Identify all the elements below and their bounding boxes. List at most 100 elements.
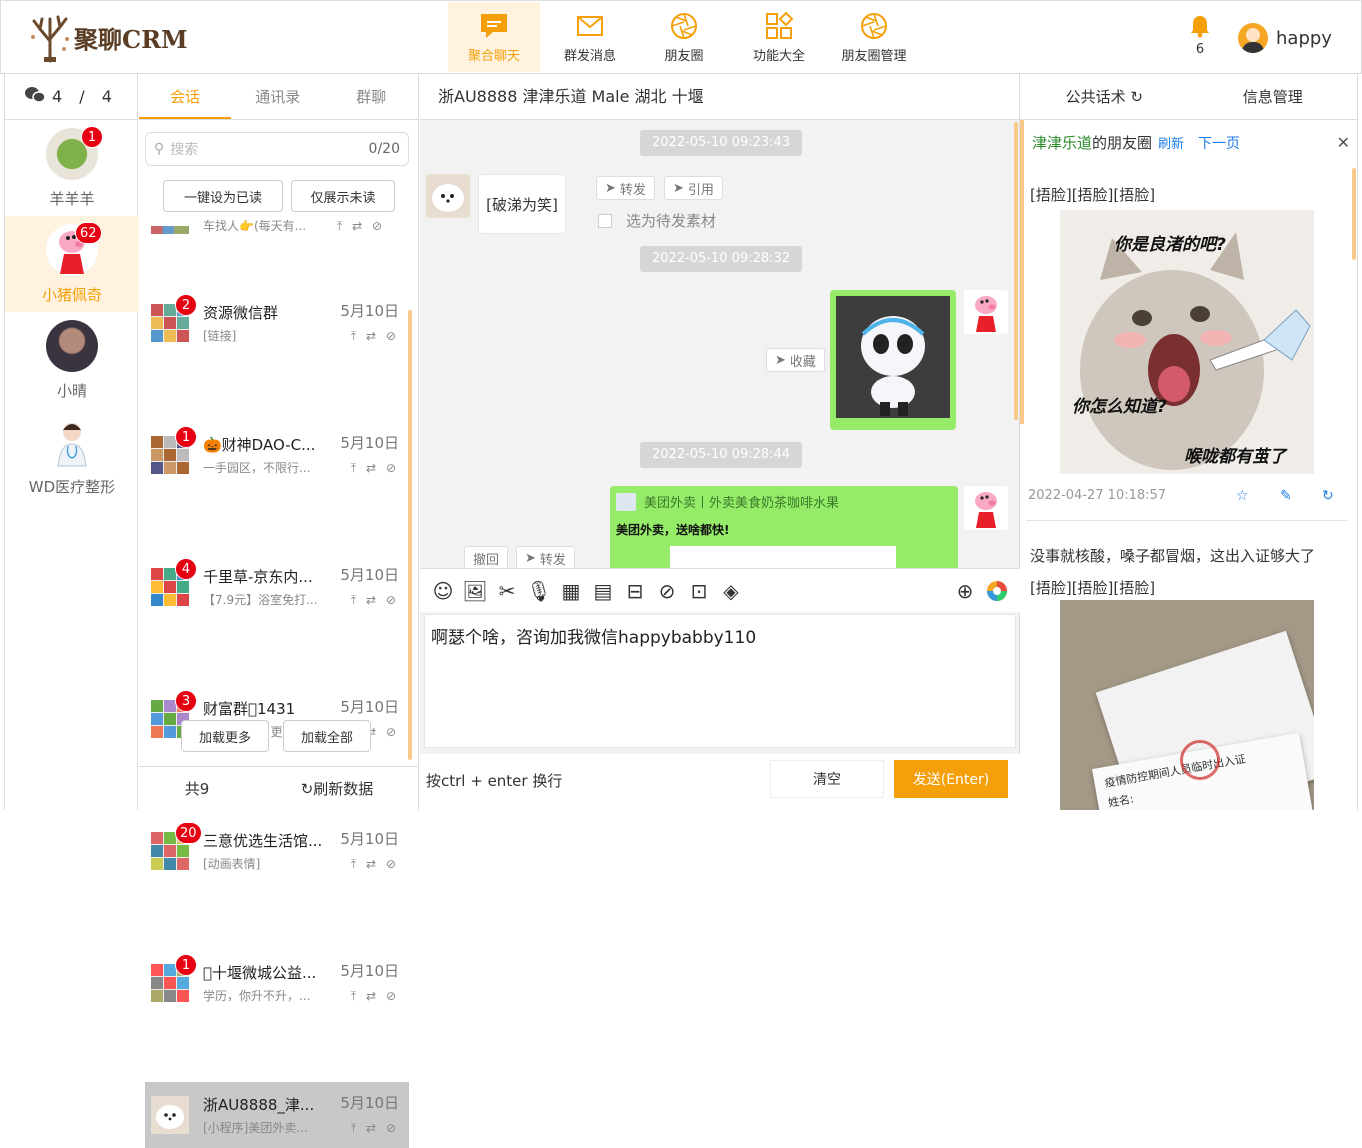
- moments-panel: 公共话术 ↻ 信息管理 津津乐道 的朋友圈 刷新 下一页 ✕ [捂脸][捂脸][…: [1020, 74, 1358, 810]
- nav-label: 聚合聊天: [467, 48, 520, 64]
- nav-all-features[interactable]: 功能大全: [733, 2, 825, 72]
- account-item-selected[interactable]: 62 小猪佩奇: [5, 216, 139, 312]
- chat-header: 浙AU8888 津津乐道 Male 湖北 十堰: [420, 74, 1019, 120]
- pass-card-image[interactable]: 疫情防控期间人员临时出入证 姓名: 住址: [1060, 600, 1314, 810]
- mute-icon[interactable]: ⊘: [386, 725, 399, 739]
- transfer-icon[interactable]: ⇄: [366, 989, 379, 1003]
- inbox-icon[interactable]: ⊟: [622, 578, 648, 604]
- image-message[interactable]: [830, 290, 956, 430]
- emoji-icon[interactable]: ☺: [430, 578, 456, 604]
- mute-icon[interactable]: ⊘: [386, 857, 399, 871]
- clear-button[interactable]: 清空: [770, 760, 884, 798]
- mute-icon[interactable]: ⊘: [386, 329, 399, 343]
- qrcode-icon[interactable]: ▦: [558, 578, 584, 604]
- recall-button[interactable]: 撤回: [464, 546, 509, 570]
- scissors-icon[interactable]: ✂: [494, 578, 520, 604]
- conversation-item[interactable]: 资源微信群 [链接] 5月10日 ⤒ ⇄ ⊘ 2: [145, 290, 409, 356]
- link-icon[interactable]: ⊘: [654, 578, 680, 604]
- transfer-icon[interactable]: ⇄: [366, 1121, 379, 1135]
- conversation-item[interactable]: 浙AU8888_津... [小程序]美团外卖... 5月10日 ⤒ ⇄ ⊘: [145, 1082, 409, 1148]
- contact-card-icon[interactable]: ▤: [590, 578, 616, 604]
- mute-icon[interactable]: ⊘: [386, 1121, 399, 1135]
- conversation-item[interactable]: 千里草-京东内... 【7.9元】浴室免打... 5月10日 ⤒ ⇄ ⊘ 4: [145, 554, 409, 620]
- account-item[interactable]: 1 羊羊羊: [5, 120, 139, 216]
- scrollbar[interactable]: [1352, 168, 1356, 260]
- meme-cat-image[interactable]: 你是良渚的吧? 你怎么知道? 喉咙都有茧了: [1060, 210, 1314, 474]
- refresh-data-button[interactable]: ↻刷新数据: [255, 778, 419, 799]
- conversation-item[interactable]: 􀀀十堰微城公益... 学历，你升不升，... 5月10日 ⤒ ⇄ ⊘ 1: [145, 950, 409, 1016]
- last-message: [链接]: [203, 329, 237, 343]
- user-menu[interactable]: happy: [1238, 22, 1332, 54]
- mark-all-read-button[interactable]: 一键设为已读: [163, 180, 283, 212]
- send-button[interactable]: 发送(Enter): [894, 760, 1008, 798]
- load-more-button[interactable]: 加载更多: [181, 720, 269, 752]
- unread-badge: 2: [175, 294, 197, 316]
- image-icon[interactable]: 🖼: [462, 578, 488, 604]
- tab-public-scripts[interactable]: 公共话术 ↻: [1020, 74, 1189, 119]
- quote-button[interactable]: ➤ 引用: [664, 176, 723, 200]
- select-material-checkbox[interactable]: 选为待发素材: [598, 210, 716, 231]
- add-comment-icon[interactable]: ⊕: [952, 578, 978, 604]
- nav-label: 朋友圈: [664, 48, 704, 64]
- color-wheel-icon[interactable]: [984, 578, 1010, 604]
- account-item[interactable]: 小晴: [5, 312, 139, 408]
- forward-button[interactable]: ➤ 转发: [516, 546, 575, 570]
- only-unread-button[interactable]: 仅展示未读: [291, 180, 395, 212]
- close-icon[interactable]: ✕: [1337, 133, 1350, 152]
- pin-icon[interactable]: ⤒: [351, 857, 359, 871]
- sync-icon[interactable]: ↻: [1322, 488, 1334, 504]
- pin-icon[interactable]: ⤒: [351, 461, 359, 475]
- conversation-text: 􀀀十堰微城公益... 学历，你升不升，...: [203, 962, 325, 1004]
- pin-icon[interactable]: ⤒: [351, 329, 359, 343]
- nav-moments-manage[interactable]: 朋友圈管理: [828, 2, 920, 72]
- account-item[interactable]: WD医疗整形: [5, 408, 139, 504]
- nav-mass-message[interactable]: 群发消息: [544, 2, 636, 72]
- conversation-name: 资源微信群: [203, 304, 279, 322]
- conversation-tabs: 会话 通讯录 群聊: [139, 74, 418, 120]
- next-page-link[interactable]: 下一页: [1198, 133, 1240, 153]
- scrollbar[interactable]: [408, 310, 412, 760]
- notification-bell[interactable]: 6: [1188, 14, 1212, 62]
- row-actions: ⤒ ⇄ ⊘: [337, 219, 386, 233]
- transfer-icon[interactable]: ⇄: [366, 593, 379, 607]
- mute-icon[interactable]: ⊘: [386, 989, 399, 1003]
- message-input[interactable]: 啊瑟个啥，咨询加我微信happybabby110: [424, 614, 1016, 748]
- conversation-item[interactable]: 三意优选生活馆... [动画表情] 5月10日 ⤒ ⇄ ⊘ 20: [145, 818, 409, 884]
- message-bubble[interactable]: [破涕为笑]: [478, 174, 566, 234]
- mute-icon[interactable]: ⊘: [386, 593, 399, 607]
- unread-badge: 4: [175, 558, 197, 580]
- conversation-meta: 5月10日 ⤒ ⇄ ⊘: [340, 1092, 399, 1136]
- tab-info-manage[interactable]: 信息管理: [1189, 74, 1358, 119]
- html5-icon[interactable]: ⊡: [686, 578, 712, 604]
- mute-icon[interactable]: ⊘: [386, 461, 399, 475]
- pin-icon[interactable]: ⤒: [351, 1121, 359, 1135]
- conversation-text: 千里草-京东内... 【7.9元】浴室免打...: [203, 566, 325, 608]
- scrollbar[interactable]: [1014, 122, 1018, 420]
- mini-program-card[interactable]: 美团外卖丨外卖美食奶茶咖啡水果 美团外卖，送啥都快!: [610, 486, 958, 568]
- collect-button[interactable]: ➤ 收藏: [766, 348, 825, 372]
- nav-aggregate-chat[interactable]: 聚合聊天: [448, 2, 540, 72]
- mini-program-icon: [616, 492, 636, 511]
- tab-contacts[interactable]: 通讯录: [231, 74, 325, 119]
- edit-icon[interactable]: ✎: [1280, 488, 1292, 504]
- microphone-icon[interactable]: 🎙: [526, 578, 552, 604]
- transfer-icon[interactable]: ⇄: [366, 329, 379, 343]
- nav-moments[interactable]: 朋友圈: [638, 2, 730, 72]
- list-item-partial[interactable]: 车找人👉(每天有... ⤒ ⇄ ⊘: [145, 216, 409, 234]
- transfer-icon[interactable]: ⇄: [366, 857, 379, 871]
- fox-logo-icon[interactable]: ◈: [718, 578, 744, 604]
- conversation-date: 5月10日: [340, 1094, 399, 1112]
- post-text: [捂脸][捂脸][捂脸]: [1030, 186, 1156, 204]
- search-input[interactable]: ⚲ 搜索 0/20: [145, 132, 409, 166]
- pin-icon[interactable]: ⤒: [351, 593, 359, 607]
- load-all-button[interactable]: 加载全部: [283, 720, 371, 752]
- pin-icon[interactable]: ⤒: [351, 989, 359, 1003]
- transfer-icon[interactable]: ⇄: [366, 461, 379, 475]
- tab-sessions[interactable]: 会话: [139, 74, 231, 119]
- forward-button[interactable]: ➤ 转发: [596, 176, 655, 200]
- conversation-item[interactable]: 🎃财神DAO-C... 一手园区，不限行... 5月10日 ⤒ ⇄ ⊘ 1: [145, 422, 409, 488]
- moments-refresh-link[interactable]: 刷新: [1158, 133, 1184, 152]
- tab-groups[interactable]: 群聊: [325, 74, 419, 119]
- star-icon[interactable]: ☆: [1236, 488, 1249, 504]
- quote-label: 引用: [687, 182, 714, 198]
